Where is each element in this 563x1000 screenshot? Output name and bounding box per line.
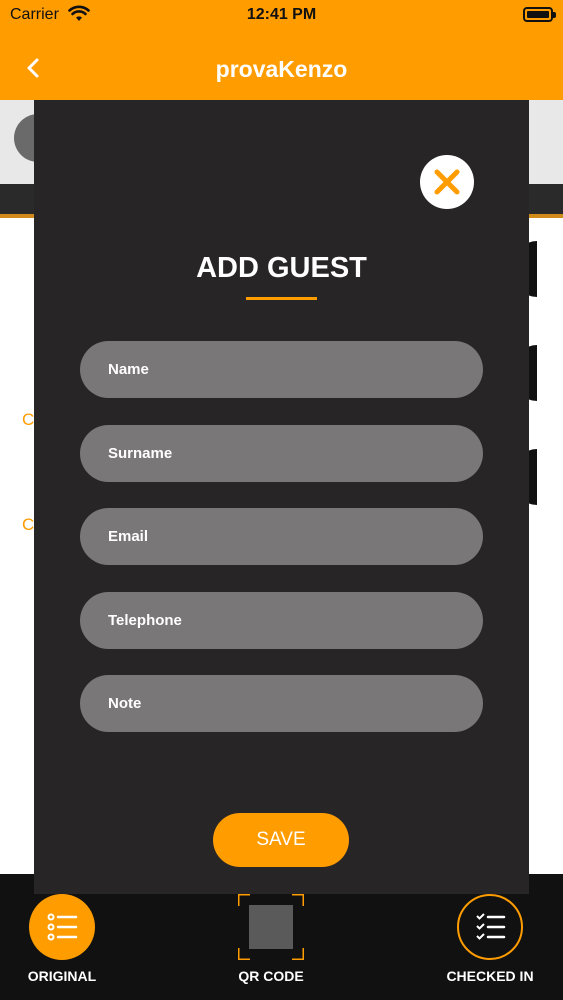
- list-icon: [29, 894, 95, 960]
- telephone-field[interactable]: [80, 592, 483, 649]
- close-button[interactable]: [420, 155, 474, 209]
- background-row-letter: C: [22, 515, 35, 534]
- background-row-letter: C: [22, 410, 35, 429]
- status-bar: Carrier 12:41 PM: [0, 0, 563, 30]
- title-underline: [246, 297, 317, 300]
- tab-checked-in[interactable]: CHECKED IN: [420, 894, 560, 984]
- top-bar: Carrier 12:41 PM provaKenzo: [0, 0, 563, 100]
- tab-original[interactable]: ORIGINAL: [0, 894, 132, 984]
- page-title: provaKenzo: [215, 56, 348, 82]
- navigation-bar: provaKenzo: [0, 40, 563, 100]
- checklist-icon: [457, 894, 523, 960]
- email-field[interactable]: [80, 508, 483, 565]
- tab-original-label: ORIGINAL: [27, 968, 97, 984]
- tab-qr-code[interactable]: QR CODE: [201, 892, 341, 984]
- modal-title: ADD GUEST: [196, 252, 367, 284]
- qr-code-icon: [236, 892, 306, 962]
- surname-field[interactable]: [80, 425, 483, 482]
- save-button[interactable]: SAVE: [213, 813, 349, 867]
- status-time: 12:41 PM: [246, 6, 317, 23]
- add-guest-modal: ADD GUEST SAVE: [34, 100, 529, 894]
- name-field[interactable]: [80, 341, 483, 398]
- battery-icon: [523, 7, 556, 22]
- note-field[interactable]: [80, 675, 483, 732]
- tab-checked-in-label: CHECKED IN: [446, 968, 534, 984]
- close-icon: [434, 169, 460, 195]
- tab-qr-code-label: QR CODE: [238, 968, 304, 984]
